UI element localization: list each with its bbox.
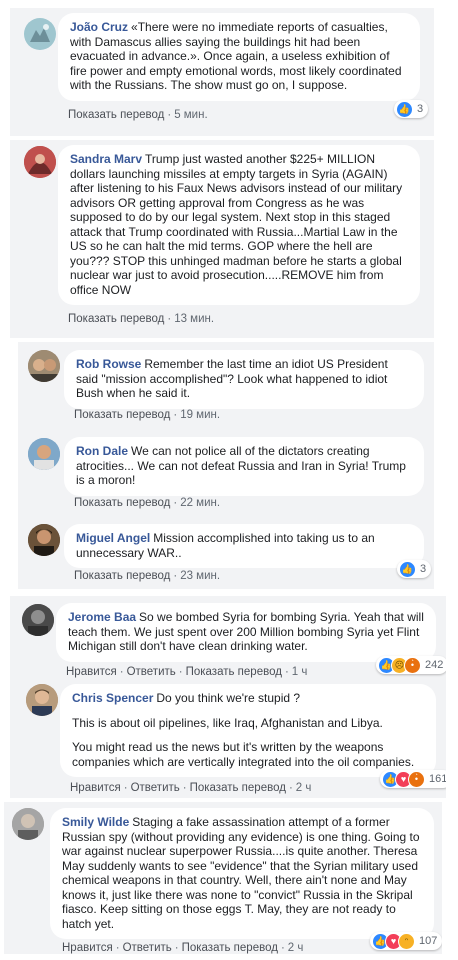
avatar[interactable] bbox=[28, 350, 60, 382]
reaction-count: 161 bbox=[429, 773, 446, 785]
translate-link[interactable]: Показать перевод bbox=[74, 409, 170, 421]
timestamp[interactable]: 22 мин. bbox=[180, 497, 220, 509]
comment-author[interactable]: Jerome Baa bbox=[68, 610, 136, 624]
comment-bubble: Chris Spencer Do you think we're stupid ?… bbox=[60, 684, 436, 777]
haha-icon: ᵔ bbox=[398, 932, 415, 950]
comment-bubble: Jerome Baa So we bombed Syria for bombing… bbox=[56, 603, 436, 662]
timestamp[interactable]: 13 мин. bbox=[174, 313, 214, 325]
like-icon: 👍 bbox=[396, 100, 413, 118]
reaction-summary[interactable]: 👍 3 bbox=[394, 100, 429, 118]
reaction-count: 107 bbox=[419, 935, 438, 947]
reaction-count: 242 bbox=[425, 659, 444, 671]
comment-bubble: Smily Wilde Staging a fake assassination … bbox=[50, 808, 434, 939]
reaction-summary[interactable]: 👍 ♥ ᵔ 107 bbox=[370, 932, 442, 950]
comment-panel: Jerome Baa So we bombed Syria for bombing… bbox=[10, 596, 446, 798]
comment-actions: Нравится · Ответить · Показать перевод · 1 ч bbox=[66, 666, 308, 678]
translate-link[interactable]: Показать перевод bbox=[182, 942, 278, 954]
comment-panel: Smily Wilde Staging a fake assassination … bbox=[4, 802, 442, 954]
reply-link[interactable]: Ответить bbox=[131, 782, 180, 794]
translate-link[interactable]: Показать перевод bbox=[68, 313, 164, 325]
translate-link[interactable]: Показать перевод bbox=[74, 497, 170, 509]
comment-text: Do you think we're stupid ? bbox=[156, 691, 301, 705]
like-link[interactable]: Нравится bbox=[70, 782, 121, 794]
avatar[interactable] bbox=[28, 438, 60, 470]
reply-link[interactable]: Ответить bbox=[123, 942, 172, 954]
avatar[interactable] bbox=[24, 18, 56, 50]
comment-bubble: Ron Dale We can not police all of the dic… bbox=[64, 437, 424, 496]
comment-author[interactable]: Ron Dale bbox=[76, 444, 128, 458]
like-icon: 👍 bbox=[399, 560, 416, 578]
comment-actions: Показать перевод · 19 мин. bbox=[74, 409, 221, 421]
comment-text: Staging a fake assassination attempt of … bbox=[62, 815, 420, 931]
timestamp[interactable]: 19 мин. bbox=[180, 409, 220, 421]
translate-link[interactable]: Показать перевод bbox=[74, 570, 170, 582]
comment-panel: Sandra Marv Trump just wasted another $22… bbox=[10, 140, 434, 338]
comment-text: You might read us the news but it's writ… bbox=[72, 740, 415, 769]
comment-text: Trump just wasted another $225+ MILLION … bbox=[70, 152, 403, 297]
comment-bubble: Rob Rowse Remember the last time an idiot… bbox=[64, 350, 424, 409]
reply-link[interactable]: Ответить bbox=[127, 666, 176, 678]
reaction-count: 3 bbox=[417, 103, 424, 115]
timestamp[interactable]: 2 ч bbox=[296, 782, 312, 794]
comment-author[interactable]: Chris Spencer bbox=[72, 691, 153, 705]
avatar[interactable] bbox=[28, 524, 60, 556]
angry-icon: •̀ bbox=[404, 656, 421, 674]
comment-bubble: Miguel Angel Mission accomplished into ta… bbox=[64, 524, 424, 568]
comment-actions: Нравится · Ответить · Показать перевод · 2 ч bbox=[70, 782, 312, 794]
comment-text: This is about oil pipelines, like Iraq, … bbox=[72, 715, 383, 730]
timestamp[interactable]: 1 ч bbox=[292, 666, 308, 678]
comment-author[interactable]: Smily Wilde bbox=[62, 815, 129, 829]
avatar[interactable] bbox=[26, 684, 58, 716]
comment-actions: Показать перевод · 13 мин. bbox=[68, 313, 215, 325]
like-link[interactable]: Нравится bbox=[66, 666, 117, 678]
like-link[interactable]: Нравится bbox=[62, 942, 113, 954]
comment-panel: Rob Rowse Remember the last time an idiot… bbox=[18, 342, 434, 589]
translate-link[interactable]: Показать перевод bbox=[68, 109, 164, 121]
reaction-summary[interactable]: 👍 ☹ •̀ 242 bbox=[376, 656, 446, 674]
timestamp[interactable]: 23 мин. bbox=[180, 570, 220, 582]
avatar[interactable] bbox=[22, 604, 54, 636]
avatar[interactable] bbox=[12, 808, 44, 840]
comment-author[interactable]: Rob Rowse bbox=[76, 357, 141, 371]
comment-bubble: João Cruz «There were no immediate report… bbox=[58, 13, 420, 101]
reaction-count: 3 bbox=[420, 563, 427, 575]
comment-actions: Показать перевод · 22 мин. bbox=[74, 497, 221, 509]
comment-actions: Нравится · Ответить · Показать перевод · 2 ч bbox=[62, 942, 304, 954]
translate-link[interactable]: Показать перевод bbox=[190, 782, 286, 794]
comment-author[interactable]: Miguel Angel bbox=[76, 531, 150, 545]
timestamp[interactable]: 5 мин. bbox=[174, 109, 207, 121]
comment-author[interactable]: João Cruz bbox=[70, 20, 128, 34]
translate-link[interactable]: Показать перевод bbox=[186, 666, 282, 678]
comment-author[interactable]: Sandra Marv bbox=[70, 152, 142, 166]
comment-bubble: Sandra Marv Trump just wasted another $22… bbox=[58, 145, 420, 305]
avatar[interactable] bbox=[24, 146, 56, 178]
comment-actions: Показать перевод · 5 мин. bbox=[68, 109, 208, 121]
angry-icon: •̀ bbox=[408, 770, 425, 788]
reaction-summary[interactable]: 👍 3 bbox=[397, 560, 432, 578]
comment-actions: Показать перевод · 23 мин. bbox=[74, 570, 221, 582]
reaction-summary[interactable]: 👍 ♥ •̀ 161 bbox=[380, 770, 446, 788]
timestamp[interactable]: 2 ч bbox=[288, 942, 304, 954]
comment-panel: João Cruz «There were no immediate report… bbox=[10, 8, 434, 136]
